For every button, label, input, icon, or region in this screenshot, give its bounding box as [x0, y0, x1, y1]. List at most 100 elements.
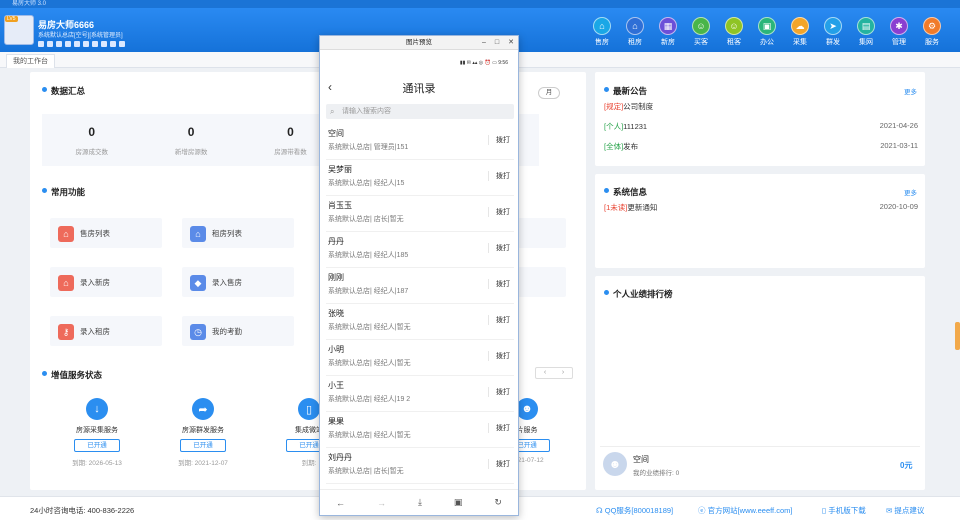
func-sale-list[interactable]: ⌂ 售房列表 [50, 218, 162, 248]
period-toggle[interactable]: 月 [538, 87, 560, 99]
notice-row[interactable]: [个人]111231 2021-04-26 [604, 121, 920, 131]
sysinfo-row[interactable]: [1未读]更新通知 2020-10-09 [604, 202, 920, 212]
minimize-icon[interactable]: – [482, 36, 486, 50]
chevron-left-icon[interactable]: ‹ [544, 368, 546, 378]
quick-tool-icon[interactable] [47, 41, 53, 47]
contact-row[interactable]: 小明 系统默认总店| 经纪人|暂无 拨打 [326, 340, 514, 376]
call-button[interactable]: 拨打 [488, 387, 510, 397]
nav-rent[interactable]: ⌂ 租房 [621, 17, 649, 47]
avatar[interactable]: ☻ [603, 452, 627, 476]
company-logo[interactable]: LV5 [4, 15, 34, 45]
house-icon: ⌂ [593, 17, 611, 35]
func-add-sale[interactable]: ◆ 录入售房 [182, 267, 294, 297]
quick-tool-icon[interactable] [65, 41, 71, 47]
service-item: ➦ 房源群发服务 已开通 到期: 2021-12-07 [168, 398, 238, 467]
arrow-right-icon[interactable]: → [377, 498, 386, 508]
nav-collect[interactable]: ☁ 采集 [786, 17, 814, 47]
contact-name: 小明 [328, 345, 344, 354]
func-label: 售房列表 [80, 229, 110, 238]
buyer-icon: ☺ [692, 17, 710, 35]
contact-row[interactable]: 小王 系统默认总店| 经纪人|19 2 拨打 [326, 376, 514, 412]
func-extra[interactable] [518, 267, 566, 297]
quick-tool-icon[interactable] [38, 41, 44, 47]
quick-tool-icon[interactable] [83, 41, 89, 47]
arrow-left-icon[interactable]: ← [336, 498, 345, 508]
nav-service[interactable]: ⚙ 服务 [918, 17, 946, 47]
nav-manage[interactable]: ✱ 管理 [885, 17, 913, 47]
call-button[interactable]: 拨打 [488, 279, 510, 289]
nav-new[interactable]: ▦ 新房 [654, 17, 682, 47]
contact-row[interactable]: 肖玉玉 系统默认总店| 店长|暂无 拨打 [326, 196, 514, 232]
nav-sale[interactable]: ⌂ 售房 [588, 17, 616, 47]
footer-link-feedback[interactable]: ✉ 提点建议 [886, 505, 924, 516]
notice-more-link[interactable]: 更多 [904, 86, 917, 96]
call-button[interactable]: 拨打 [488, 135, 510, 145]
contact-row[interactable]: 刘丹丹 系统默认总店| 店长|暂无 拨打 [326, 448, 514, 484]
quick-tool-icon[interactable] [119, 41, 125, 47]
services-prev-next[interactable]: ‹ › [535, 367, 573, 379]
nav-network[interactable]: ▤ 集网 [852, 17, 880, 47]
notice-date: 2021-04-26 [879, 121, 918, 130]
contact-row[interactable]: 丹丹 系统默认总店| 经纪人|185 拨打 [326, 232, 514, 268]
maximize-icon[interactable]: □ [495, 36, 499, 50]
func-attendance[interactable]: ◷ 我的考勤 [182, 316, 294, 346]
chevron-right-icon[interactable]: › [562, 368, 564, 378]
sysinfo-more-link[interactable]: 更多 [904, 187, 917, 197]
quick-tool-icon[interactable] [74, 41, 80, 47]
service-status-button[interactable]: 已开通 [74, 439, 120, 452]
footer-link-mobile[interactable]: ▯ 手机版下载 [822, 505, 866, 516]
nav-renter[interactable]: ☺ 租客 [720, 17, 748, 47]
func-rent-list[interactable]: ⌂ 租房列表 [182, 218, 294, 248]
call-button[interactable]: 拨打 [488, 315, 510, 325]
close-icon[interactable]: ✕ [508, 36, 514, 50]
contact-row[interactable]: 果果 系统默认总店| 经纪人|暂无 拨打 [326, 412, 514, 448]
call-button[interactable]: 拨打 [488, 171, 510, 181]
contact-name: 刚刚 [328, 273, 344, 282]
func-add-rent[interactable]: ⚷ 录入租房 [50, 316, 162, 346]
stat-item[interactable]: 0 房源成交数 [42, 114, 141, 166]
footer-link-qq[interactable]: ☊ QQ服务[800018189] [596, 505, 673, 516]
nav-buyer[interactable]: ☺ 买客 [687, 17, 715, 47]
send-icon: ➤ [824, 17, 842, 35]
call-button[interactable]: 拨打 [488, 459, 510, 469]
contact-name: 张晓 [328, 309, 344, 318]
notice-row[interactable]: [全体]发布 2021-03-11 [604, 141, 920, 151]
call-button[interactable]: 拨打 [488, 423, 510, 433]
download-icon[interactable]: ⤓ [418, 497, 422, 508]
summary-title: 数据汇总 [42, 85, 85, 97]
contact-row[interactable]: 吴梦丽 系统默认总店| 经纪人|15 拨打 [326, 160, 514, 196]
quick-tool-icon[interactable] [92, 41, 98, 47]
contact-name: 肖玉玉 [328, 201, 352, 210]
func-extra[interactable] [518, 218, 566, 248]
stat-item[interactable]: 0 新增房源数 [141, 114, 240, 166]
rotate-icon[interactable]: ↻ [494, 497, 502, 508]
func-label: 我的考勤 [212, 327, 242, 336]
signal-icon: ▮▮ ✉ ▴▴ ◎ ⏰ ▭ [459, 60, 499, 66]
footer-link-site[interactable]: ⓔ 官方网站[www.eeeff.com] [698, 505, 792, 516]
nav-label: 办公 [760, 39, 774, 46]
headset-icon: ☊ [596, 506, 605, 515]
tab-workbench[interactable]: 我的工作台 [6, 54, 55, 68]
ranking-divider [600, 446, 920, 447]
preview-titlebar[interactable]: 图片预览 – □ ✕ [320, 36, 518, 50]
notice-row[interactable]: [规定]公司制度 [604, 101, 920, 111]
contact-row[interactable]: 张晓 系统默认总店| 经纪人|暂无 拨打 [326, 304, 514, 340]
contact-row[interactable]: 刚刚 系统默认总店| 经纪人|187 拨打 [326, 268, 514, 304]
call-button[interactable]: 拨打 [488, 351, 510, 361]
quick-tool-icon[interactable] [110, 41, 116, 47]
actual-size-icon[interactable]: ▣ [454, 497, 463, 508]
quick-tool-icon[interactable] [101, 41, 107, 47]
service-status-button[interactable]: 已开通 [180, 439, 226, 452]
nav-send[interactable]: ➤ 群发 [819, 17, 847, 47]
func-add-new[interactable]: ⌂ 录入新房 [50, 267, 162, 297]
nav-label: 买客 [694, 39, 708, 46]
scrollbar-handle[interactable] [955, 322, 960, 350]
func-label: 录入新房 [80, 278, 110, 287]
quick-tool-icon[interactable] [56, 41, 62, 47]
call-button[interactable]: 拨打 [488, 243, 510, 253]
nav-office[interactable]: ▣ 办公 [753, 17, 781, 47]
contact-row[interactable]: 空间 系统默认总店| 管理员|151 拨打 [326, 124, 514, 160]
home-icon: ⌂ [626, 17, 644, 35]
contact-search-input[interactable]: ⌕ 请输入搜索内容 [326, 104, 514, 119]
call-button[interactable]: 拨打 [488, 207, 510, 217]
